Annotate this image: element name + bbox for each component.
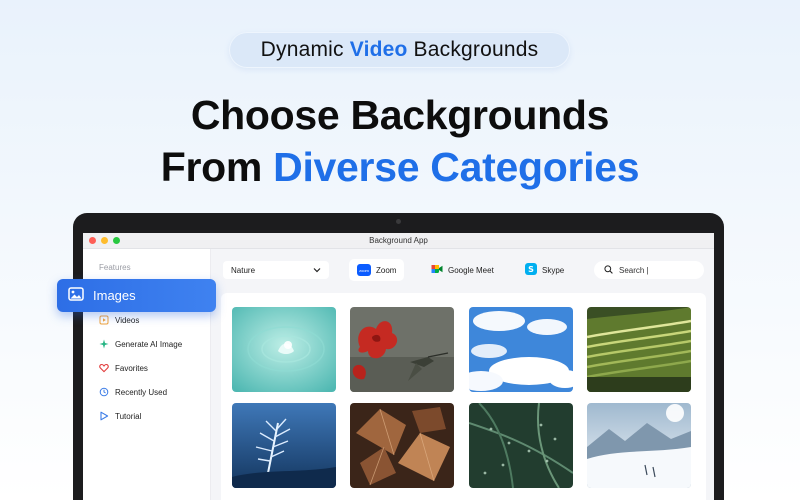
sparkle-icon [99, 339, 109, 349]
sidebar-item-favorites[interactable]: Favorites [99, 363, 148, 373]
sidebar-section-label: Features [99, 263, 131, 272]
app-window: Background App Features Videos Generate … [83, 233, 714, 500]
image-gallery [221, 293, 706, 500]
google-meet-icon [431, 264, 443, 276]
sidebar-item-label: Tutorial [115, 411, 142, 421]
video-icon [99, 315, 109, 325]
zoom-label: Zoom [376, 265, 397, 275]
headline-accent: Diverse Categories [273, 144, 640, 190]
sidebar-item-label: Generate AI Image [115, 339, 183, 349]
camera-icon [396, 219, 401, 224]
sidebar-item-label: Favorites [115, 363, 148, 373]
gallery-image-autumn-leaves[interactable] [350, 403, 454, 488]
gallery-image-blue-sky[interactable] [469, 307, 573, 392]
banner-text-accent: Video [349, 38, 408, 61]
search-input[interactable]: Search | [594, 261, 704, 279]
gallery-image-rain-pine[interactable] [469, 403, 573, 488]
window-title: Background App [369, 236, 428, 245]
window-controls [89, 237, 120, 244]
toolbar: Nature zoom Zoom Google Meet S Skype Sea… [211, 249, 714, 293]
skype-icon: S [525, 263, 537, 277]
gallery-image-water-droplet[interactable] [232, 307, 336, 392]
sidebar-item-label: Videos [115, 315, 140, 325]
banner-text-post: Backgrounds [413, 38, 539, 61]
skype-button[interactable]: S Skype [517, 259, 572, 281]
headline-plain: From [160, 144, 263, 190]
google-meet-label: Google Meet [448, 265, 494, 275]
gallery-image-snowy-mountains[interactable] [587, 403, 691, 488]
sidebar-item-label: Images [93, 288, 136, 303]
zoom-button[interactable]: zoom Zoom [349, 259, 405, 281]
banner-text-pre: Dynamic [260, 38, 344, 61]
sidebar-item-recently-used[interactable]: Recently Used [99, 387, 167, 397]
gallery-image-frost-crystal[interactable] [232, 403, 336, 488]
maximize-window-button[interactable] [113, 237, 120, 244]
history-icon [99, 387, 109, 397]
laptop-frame: Background App Features Videos Generate … [73, 213, 724, 500]
search-icon [604, 264, 613, 276]
sidebar-item-tutorial[interactable]: Tutorial [99, 411, 141, 421]
sidebar-item-label: Recently Used [115, 387, 168, 397]
skype-label: Skype [542, 265, 565, 275]
zoom-logo-icon: zoom [357, 264, 371, 276]
gallery-image-rice-terraces[interactable] [587, 307, 691, 392]
play-icon [99, 411, 109, 421]
image-icon [68, 287, 84, 304]
minimize-window-button[interactable] [101, 237, 108, 244]
sidebar-item-generate-ai-image[interactable]: Generate AI Image [99, 339, 182, 349]
category-select[interactable]: Nature [223, 261, 329, 279]
close-window-button[interactable] [89, 237, 96, 244]
title-bar: Background App [83, 233, 714, 249]
category-select-value: Nature [231, 265, 256, 275]
sidebar-item-videos[interactable]: Videos [99, 315, 139, 325]
feature-banner: Dynamic Video Backgrounds [229, 32, 570, 68]
search-value: Search | [619, 265, 649, 275]
chevron-down-icon [313, 266, 321, 275]
svg-text:S: S [528, 265, 534, 274]
google-meet-button[interactable]: Google Meet [423, 259, 502, 281]
headline-line-1: Choose Backgrounds [190, 92, 610, 138]
sidebar-item-images-active[interactable]: Images [57, 279, 216, 312]
gallery-image-hummingbird[interactable] [350, 307, 454, 392]
heart-icon [99, 363, 109, 373]
headline-line-2: From Diverse Categories [0, 144, 800, 191]
